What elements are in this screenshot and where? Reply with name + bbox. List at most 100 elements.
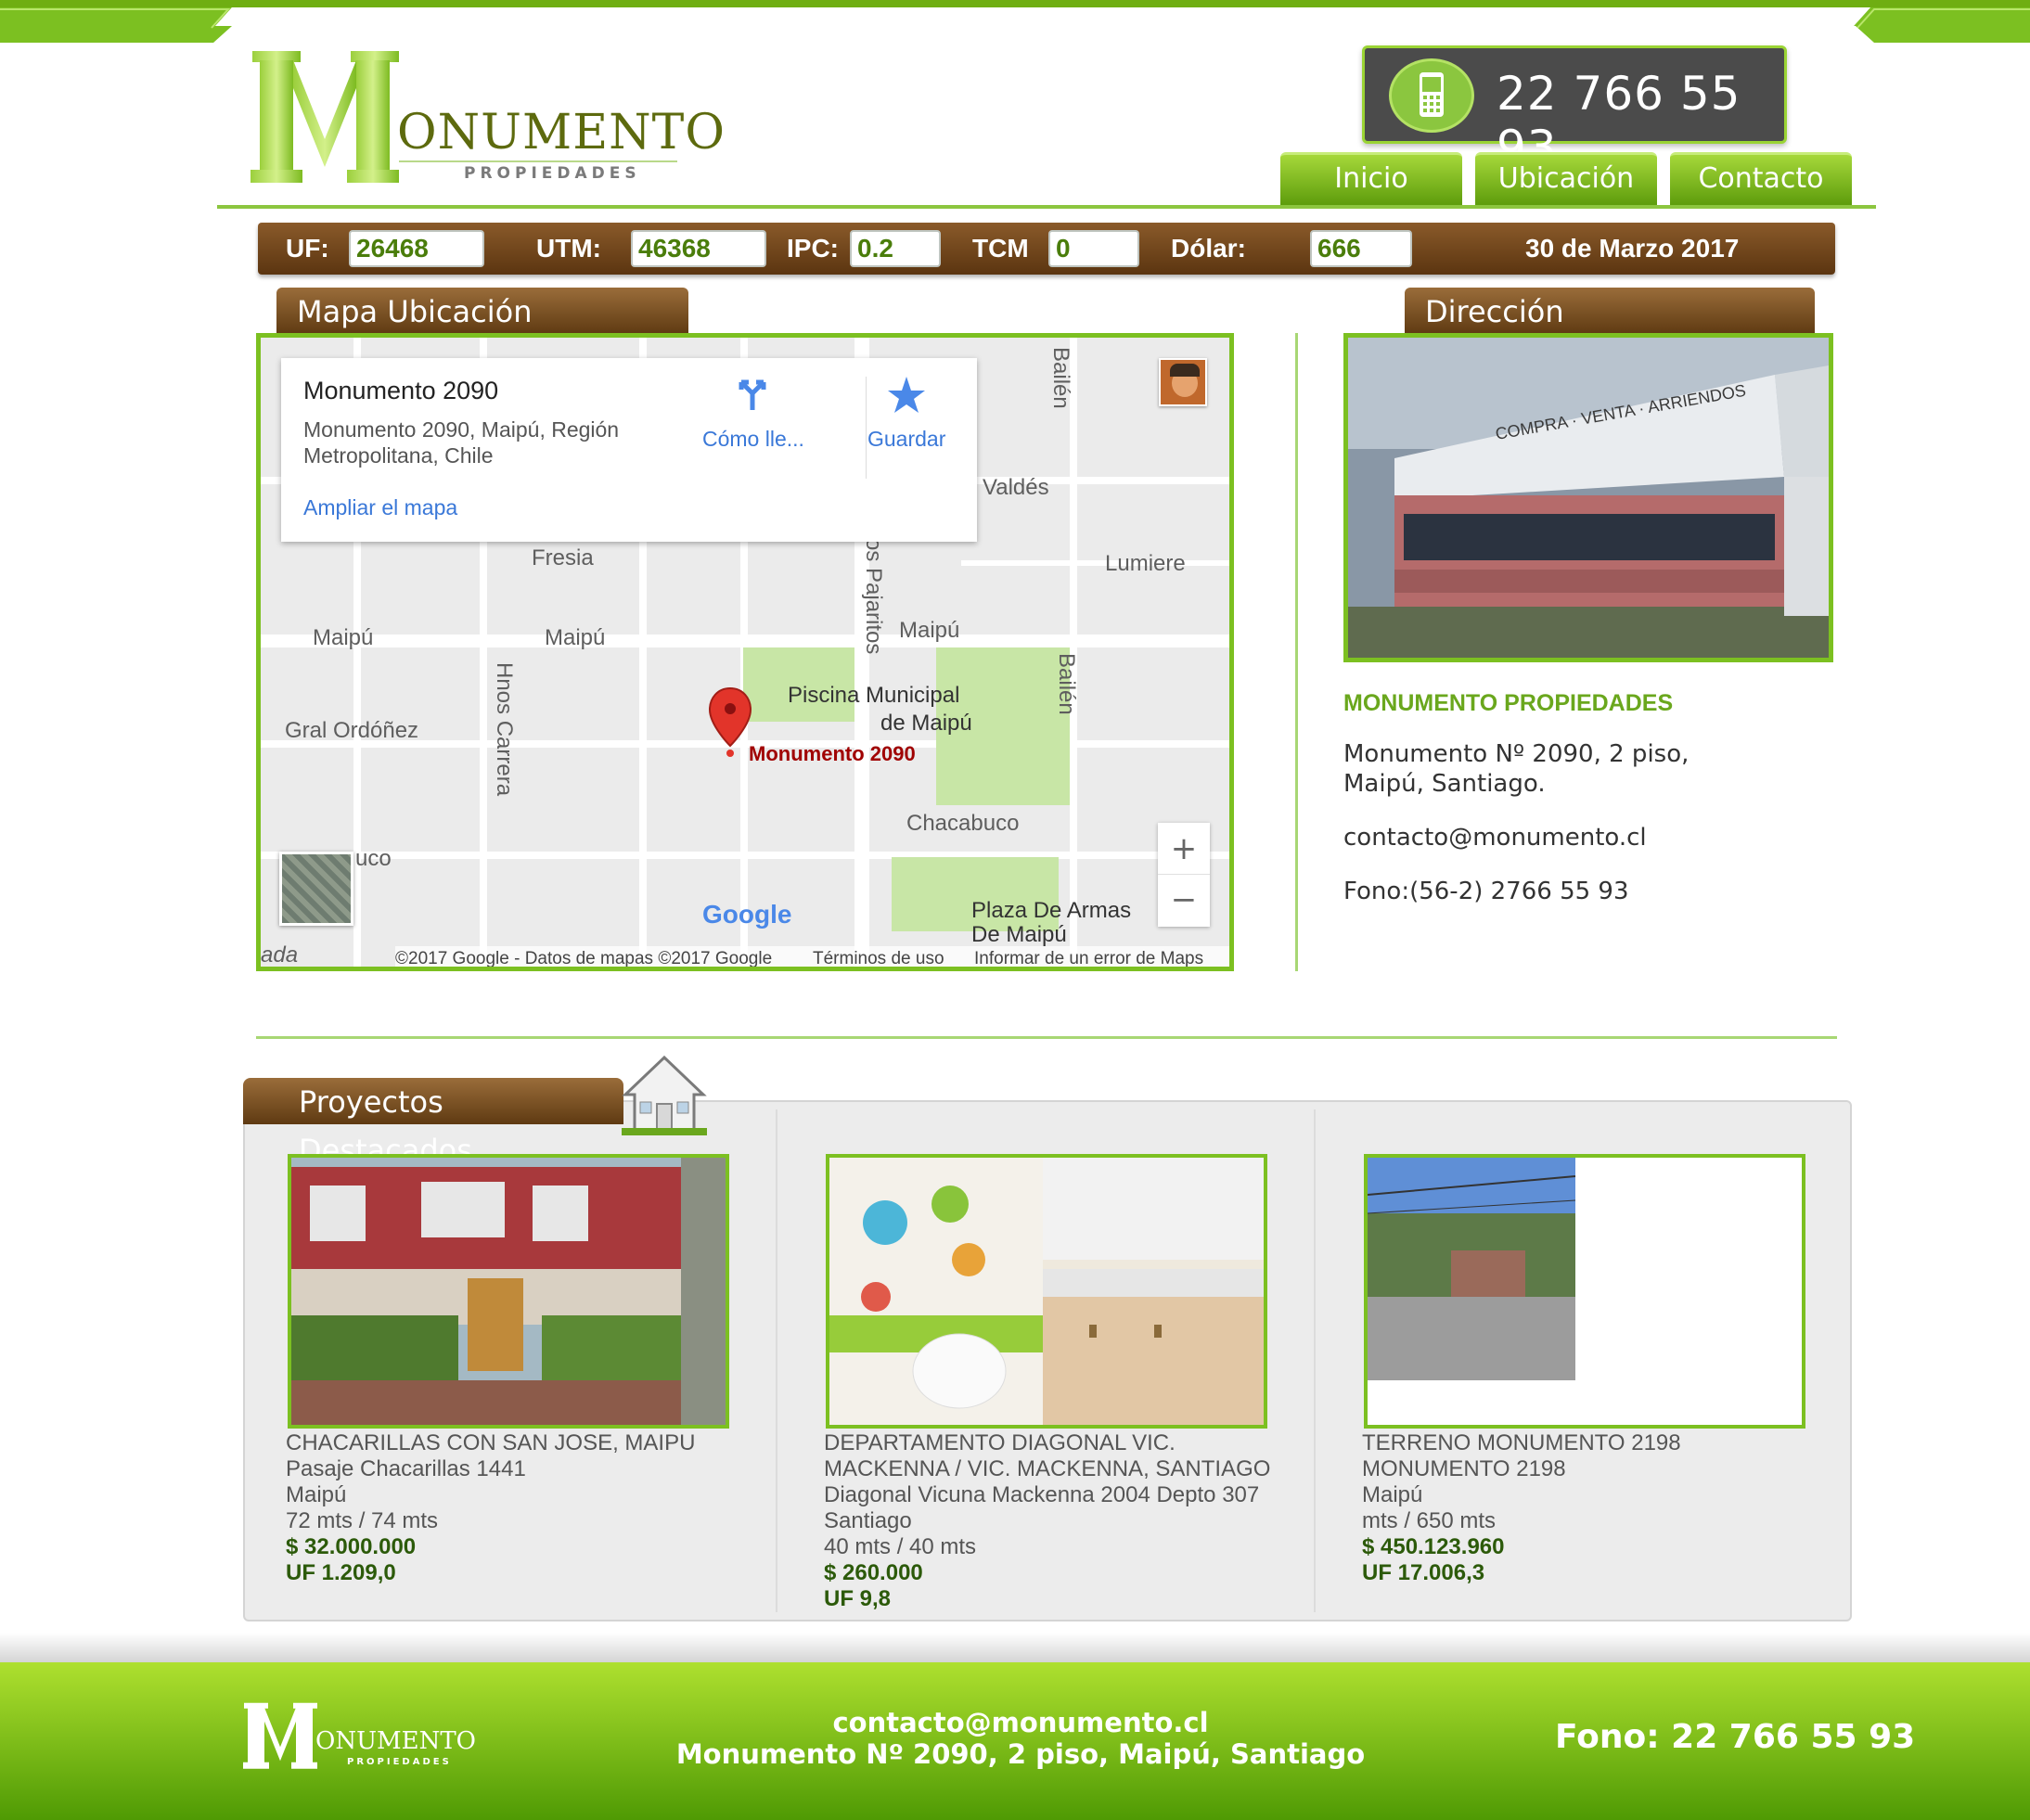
project-title[interactable]: MACKENNA / VIC. MACKENNA, SANTIAGO bbox=[824, 1456, 1270, 1482]
tcm-label: TCM bbox=[972, 234, 1029, 263]
map-label-hnos-carrera: Hnos Carrera bbox=[492, 662, 517, 797]
project-address: Pasaje Chacarillas 1441 bbox=[286, 1456, 526, 1481]
map-label-street: ada bbox=[261, 942, 299, 968]
header-phone-box[interactable]: 22 766 55 93 bbox=[1362, 45, 1787, 174]
project-price: $ 450.123.960 bbox=[1362, 1534, 1505, 1559]
office-photo: COMPRA · VENTA · ARRIENDOS bbox=[1343, 333, 1833, 662]
project-size: mts / 650 mts bbox=[1362, 1508, 1497, 1533]
map-label-maipu: Maipú bbox=[313, 625, 374, 650]
footer-contact: contacto@monumento.cl Monumento Nº 2090,… bbox=[557, 1707, 1484, 1770]
phone-icon bbox=[1389, 58, 1474, 133]
map-card-divider bbox=[866, 377, 867, 479]
project-uf: UF 17.006,3 bbox=[1362, 1560, 1485, 1585]
map-label-plaza: De Maipú bbox=[971, 922, 1067, 947]
footer-phone: Fono: 22 766 55 93 bbox=[1555, 1718, 1916, 1756]
utm-value-field[interactable]: 46368 bbox=[631, 230, 766, 267]
nav-underline bbox=[217, 205, 1876, 209]
project-photo[interactable] bbox=[288, 1154, 729, 1429]
project-address: Diagonal Vicuna Mackenna 2004 Depto 307 bbox=[824, 1482, 1260, 1507]
logo-m-icon bbox=[251, 51, 399, 183]
site-footer: ONUMENTO PROPIEDADES contacto@monumento.… bbox=[0, 1662, 2030, 1820]
dolar-value-field[interactable]: 666 bbox=[1310, 230, 1412, 267]
nav-contacto[interactable]: Contacto bbox=[1670, 152, 1852, 206]
footer-logo-sub: PROPIEDADES bbox=[347, 1757, 452, 1767]
map-road bbox=[961, 560, 1229, 566]
map-terms-link[interactable]: Términos de uso bbox=[813, 946, 944, 967]
map-report-link[interactable]: Informar de un error de Maps bbox=[974, 946, 1203, 967]
footer-logo[interactable]: ONUMENTO PROPIEDADES bbox=[243, 1699, 521, 1783]
user-avatar[interactable] bbox=[1159, 358, 1207, 406]
logo-subtitle: PROPIEDADES bbox=[464, 164, 641, 183]
map-label-pajaritos: os Pajaritos bbox=[861, 538, 886, 655]
current-date: 30 de Marzo 2017 bbox=[1525, 234, 1740, 263]
project-commune: Maipú bbox=[1362, 1482, 1423, 1507]
google-logo: Google bbox=[702, 900, 792, 929]
project-size: 40 mts / 40 mts bbox=[824, 1534, 977, 1559]
project-commune: Santiago bbox=[824, 1508, 912, 1533]
site-logo[interactable]: ONUMENTO PROPIEDADES bbox=[251, 51, 725, 186]
project-photo[interactable] bbox=[826, 1154, 1267, 1429]
footer-email[interactable]: contacto@monumento.cl bbox=[557, 1707, 1484, 1738]
project-photo[interactable] bbox=[1364, 1154, 1805, 1429]
logo-wordmark: ONUMENTO bbox=[397, 105, 726, 160]
project-size: 72 mts / 74 mts bbox=[286, 1508, 439, 1533]
google-map[interactable]: Bailén Valdés Fresia Lumiere os Pajarito… bbox=[256, 333, 1234, 971]
map-save-button[interactable]: Guardar bbox=[867, 427, 945, 452]
map-label-bailen: Bailén bbox=[1048, 347, 1073, 409]
economic-indicators-bar: UF: 26468 UTM: 46368 IPC: 0.2 TCM 0 Dóla… bbox=[258, 223, 1835, 275]
map-label-fresia: Fresia bbox=[532, 545, 594, 570]
map-zoom-control: + − bbox=[1158, 823, 1210, 927]
map-label-maipu: Maipú bbox=[545, 625, 606, 650]
map-copyright: ©2017 Google - Datos de mapas ©2017 Goog… bbox=[395, 949, 773, 968]
uf-value-field[interactable]: 26468 bbox=[349, 230, 484, 267]
direccion-section-title: Dirección bbox=[1405, 288, 1815, 334]
zoom-out-button[interactable]: − bbox=[1158, 875, 1210, 927]
footer-logo-word: ONUMENTO bbox=[315, 1727, 476, 1755]
star-icon[interactable] bbox=[886, 375, 927, 416]
footer-address: Monumento Nº 2090, 2 piso, Maipú, Santia… bbox=[675, 1738, 1366, 1770]
company-email[interactable]: contacto@monumento.cl bbox=[1343, 824, 1647, 852]
uf-label: UF: bbox=[286, 234, 329, 263]
company-address-line1: Monumento Nº 2090, 2 piso, bbox=[1343, 740, 1690, 768]
directions-icon[interactable] bbox=[734, 377, 771, 414]
projects-column-separator bbox=[1314, 1109, 1316, 1612]
company-address-line2: Maipú, Santiago. bbox=[1343, 770, 1546, 798]
column-divider bbox=[1295, 333, 1298, 971]
project-price: $ 32.000.000 bbox=[286, 1534, 417, 1559]
map-label-valdes: Valdés bbox=[983, 475, 1049, 500]
dolar-label: Dólar: bbox=[1171, 234, 1246, 263]
map-card-address-line2: Metropolitana, Chile bbox=[303, 443, 494, 468]
project-uf: UF 1.209,0 bbox=[286, 1560, 396, 1585]
project-commune: Maipú bbox=[286, 1482, 347, 1507]
top-frame bbox=[0, 0, 2030, 43]
nav-inicio[interactable]: Inicio bbox=[1280, 152, 1462, 206]
satellite-view-toggle[interactable] bbox=[279, 852, 353, 926]
map-pin-icon[interactable] bbox=[708, 686, 752, 757]
company-name: MONUMENTO PROPIEDADES bbox=[1343, 690, 1674, 716]
map-label-bailen: Bailén bbox=[1054, 653, 1079, 715]
project-title[interactable]: DEPARTAMENTO DIAGONAL VIC. bbox=[824, 1430, 1176, 1456]
section-divider bbox=[256, 1036, 1837, 1039]
project-title[interactable]: CHACARILLAS CON SAN JOSE, MAIPU bbox=[286, 1430, 695, 1456]
ipc-value-field[interactable]: 0.2 bbox=[850, 230, 941, 267]
project-title[interactable]: TERRENO MONUMENTO 2198 bbox=[1362, 1430, 1681, 1456]
map-label-piscina: de Maipú bbox=[880, 711, 972, 736]
map-section-title: Mapa Ubicación bbox=[276, 288, 688, 334]
map-attribution: ©2017 Google - Datos de mapas ©2017 Goog… bbox=[395, 946, 1229, 968]
map-directions-button[interactable]: Cómo lle... bbox=[702, 427, 804, 452]
map-enlarge-link[interactable]: Ampliar el mapa bbox=[303, 495, 457, 520]
map-marker-label: Monumento 2090 bbox=[749, 742, 916, 765]
project-address: MONUMENTO 2198 bbox=[1362, 1456, 1566, 1481]
company-phone: Fono:(56-2) 2766 55 93 bbox=[1343, 878, 1629, 905]
map-label-maipu: Maipú bbox=[899, 618, 960, 643]
project-uf: UF 9,8 bbox=[824, 1586, 892, 1611]
zoom-in-button[interactable]: + bbox=[1158, 823, 1210, 875]
map-card-address-line1: Monumento 2090, Maipú, Región bbox=[303, 417, 620, 442]
utm-label: UTM: bbox=[536, 234, 601, 263]
tcm-value-field[interactable]: 0 bbox=[1048, 230, 1139, 267]
map-label-chacabuco: Chacabuco bbox=[906, 811, 1020, 836]
logo-underline bbox=[399, 160, 677, 162]
projects-column-separator bbox=[776, 1109, 777, 1612]
nav-ubicacion[interactable]: Ubicación bbox=[1475, 152, 1657, 206]
map-label-lumiere: Lumiere bbox=[1105, 551, 1186, 576]
